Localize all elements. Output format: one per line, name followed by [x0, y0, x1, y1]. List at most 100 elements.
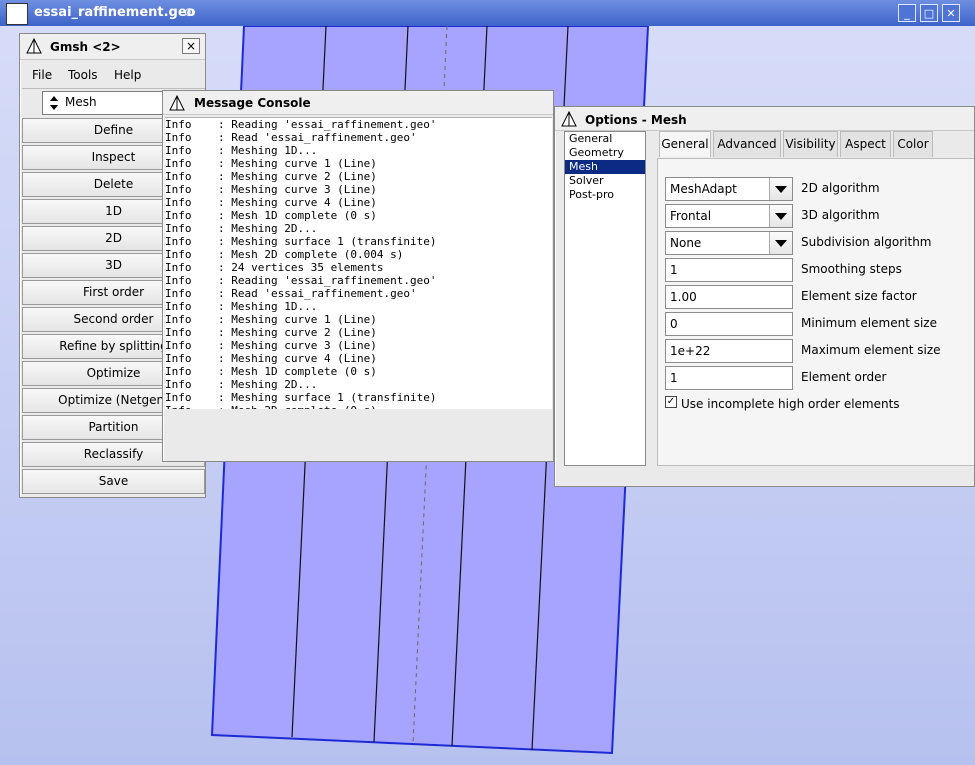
options-tabs: General Advanced Visibility Aspect Color — [659, 131, 974, 159]
tab-general[interactable]: General — [659, 131, 711, 157]
option-row: None Subdivision algorithm — [665, 231, 975, 255]
console-line: Info : Meshing curve 1 (Line) — [165, 157, 377, 170]
close-window-button[interactable]: ✕ — [942, 4, 960, 22]
option-label: Element order — [801, 370, 887, 384]
gmsh-logo-icon — [561, 111, 577, 127]
console-title: Message Console — [194, 96, 311, 110]
maximum-element-size-input[interactable]: 1e+22 — [665, 339, 793, 363]
console-line: Info : 24 vertices 35 elements — [165, 261, 384, 274]
tab-visibility[interactable]: Visibility — [783, 131, 838, 157]
smoothing-steps-input[interactable]: 1 — [665, 258, 793, 282]
console-log[interactable]: Info : Reading 'essai_raffinement.geo' In… — [165, 117, 552, 410]
tools-menu[interactable]: Tools — [68, 68, 98, 82]
gmsh-window-title: Gmsh <2> — [50, 40, 121, 54]
option-value: None — [670, 236, 702, 250]
console-line: Info : Meshing 2D... — [165, 222, 318, 235]
console-line: Info : Mesh 1D complete (0 s) — [165, 209, 377, 222]
console-line: Info : Meshing curve 1 (Line) — [165, 313, 377, 326]
console-line: Info : Read 'essai_raffinement.geo' — [165, 287, 417, 300]
down-arrow-icon[interactable] — [50, 105, 58, 110]
option-row: 1 Smoothing steps — [665, 258, 975, 282]
option-value: MeshAdapt — [670, 182, 737, 196]
option-label: 3D algorithm — [801, 208, 880, 222]
options-mesh-window: Options - Mesh General Geometry Mesh Solver… — [554, 106, 975, 487]
checkbox-label: Use incomplete high order elements — [681, 397, 900, 411]
console-line: Info : Meshing surface 1 (transfinite) — [165, 235, 437, 248]
element-order-input[interactable]: 1 — [665, 366, 793, 390]
options-category-solver[interactable]: Solver — [565, 174, 645, 188]
dropdown-arrow-icon[interactable] — [769, 232, 792, 254]
console-line: Info : Meshing curve 2 (Line) — [165, 326, 377, 339]
console-line: Info : Meshing 1D... — [165, 300, 318, 313]
options-category-geometry[interactable]: Geometry — [565, 146, 645, 160]
console-footer — [165, 409, 552, 449]
gmsh-logo-icon — [169, 95, 185, 111]
gmsh-close-button[interactable]: × — [182, 38, 200, 54]
option-value: 1e+22 — [670, 344, 711, 358]
option-label: Element size factor — [801, 289, 917, 303]
main-window-title: essai_raffinement.geo — [34, 5, 196, 20]
option-label: Maximum element size — [801, 343, 941, 357]
option-row: 1e+22 Maximum element size — [665, 339, 975, 363]
current-module: Mesh — [65, 95, 97, 109]
incomplete-high-order-row[interactable]: ✓ Use incomplete high order elements — [665, 393, 975, 417]
gmsh-logo-icon — [26, 38, 42, 54]
option-value: Frontal — [670, 209, 712, 223]
option-row: MeshAdapt 2D algorithm — [665, 177, 975, 201]
console-line: Info : Meshing curve 4 (Line) — [165, 196, 377, 209]
options-title: Options - Mesh — [585, 113, 687, 127]
console-line: Info : Mesh 1D complete (0 s) — [165, 365, 377, 378]
option-value: 0 — [670, 317, 678, 331]
minimum-element-size-input[interactable]: 0 — [665, 312, 793, 336]
console-line: Info : Mesh 2D complete (0.004 s) — [165, 248, 404, 261]
window-menu-icon[interactable]: ⊚ — [184, 5, 194, 19]
tab-color[interactable]: Color — [893, 131, 933, 157]
help-menu[interactable]: Help — [114, 68, 141, 82]
file-menu[interactable]: File — [32, 68, 52, 82]
gmsh-menubar: File Tools Help — [22, 66, 203, 86]
maximize-button[interactable]: □ — [920, 4, 938, 22]
message-console-window: Message Console Info : Reading 'essai_ra… — [162, 90, 554, 462]
console-line: Info : Meshing curve 3 (Line) — [165, 339, 377, 352]
console-line: Info : Meshing curve 2 (Line) — [165, 170, 377, 183]
option-row: 1 Element order — [665, 366, 975, 390]
console-titlebar[interactable]: Message Console — [163, 91, 553, 115]
options-category-mesh[interactable]: Mesh — [565, 160, 645, 174]
element-size-factor-input[interactable]: 1.00 — [665, 285, 793, 309]
module-selector[interactable]: Mesh — [42, 91, 182, 115]
dropdown-arrow-icon[interactable] — [769, 178, 792, 200]
option-label: 2D algorithm — [801, 181, 880, 195]
options-category-general[interactable]: General — [565, 132, 645, 146]
console-line: Info : Read 'essai_raffinement.geo' — [165, 131, 417, 144]
option-label: Minimum element size — [801, 316, 937, 330]
option-label: Subdivision algorithm — [801, 235, 932, 249]
gmsh-window-titlebar[interactable]: Gmsh <2> × — [20, 34, 205, 60]
gmsh-logo-icon — [6, 3, 28, 25]
subdivision-algorithm-select[interactable]: None — [665, 231, 793, 255]
console-line: Info : Reading 'essai_raffinement.geo' — [165, 118, 437, 131]
options-category-post-pro[interactable]: Post-pro — [565, 188, 645, 202]
general-tab-panel: MeshAdapt 2D algorithm Frontal 3D algorithm… — [657, 158, 974, 466]
mesh-command-save-button[interactable]: Save — [22, 469, 205, 494]
console-line: Info : Meshing curve 3 (Line) — [165, 183, 377, 196]
main-window-titlebar[interactable]: essai_raffinement.geo ⊚ _ □ ✕ — [0, 0, 975, 26]
option-row: 1.00 Element size factor — [665, 285, 975, 309]
tab-advanced[interactable]: Advanced — [713, 131, 781, 157]
console-line: Info : Meshing surface 1 (transfinite) — [165, 391, 437, 404]
option-value: 1.00 — [670, 290, 697, 304]
tab-aspect[interactable]: Aspect — [840, 131, 891, 157]
checkbox-icon[interactable]: ✓ — [665, 396, 677, 408]
dropdown-arrow-icon[interactable] — [769, 205, 792, 227]
2d-algorithm-select[interactable]: MeshAdapt — [665, 177, 793, 201]
option-row: 0 Minimum element size — [665, 312, 975, 336]
minimize-button[interactable]: _ — [898, 4, 916, 22]
console-line: Info : Meshing 1D... — [165, 144, 318, 157]
option-label: Smoothing steps — [801, 262, 902, 276]
console-line: Info : Meshing 2D... — [165, 378, 318, 391]
up-arrow-icon[interactable] — [50, 96, 58, 101]
3d-algorithm-select[interactable]: Frontal — [665, 204, 793, 228]
option-value: 1 — [670, 263, 678, 277]
option-value: 1 — [670, 371, 678, 385]
options-titlebar[interactable]: Options - Mesh — [555, 107, 974, 131]
options-category-list[interactable]: General Geometry Mesh Solver Post-pro — [564, 131, 646, 466]
